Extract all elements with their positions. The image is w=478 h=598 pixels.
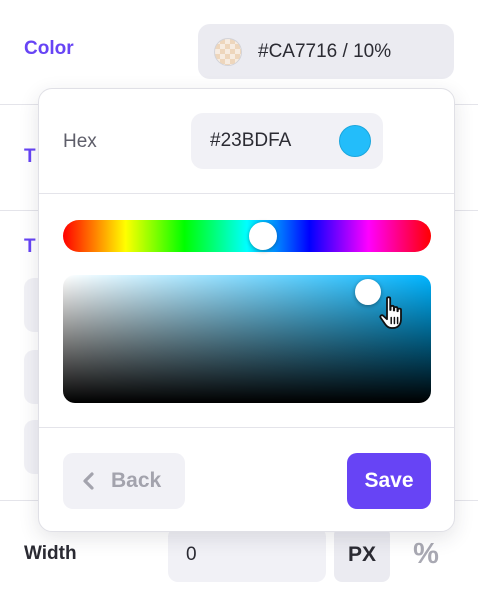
width-value: 0 xyxy=(186,543,197,565)
row-label-partial: T xyxy=(24,236,36,257)
checkerboard-swatch-icon xyxy=(214,37,242,66)
hex-input[interactable]: #23BDFA xyxy=(191,113,383,169)
save-button[interactable]: Save xyxy=(347,453,431,509)
width-label: Width xyxy=(24,543,77,564)
back-button-label: Back xyxy=(111,469,162,492)
divider xyxy=(39,427,454,428)
color-label: Color xyxy=(24,38,74,59)
unit-px-toggle[interactable]: PX xyxy=(334,527,390,582)
back-button[interactable]: Back xyxy=(63,453,185,509)
color-preview-swatch xyxy=(339,125,371,157)
color-selector[interactable]: #CA7716 / 10% xyxy=(198,24,454,79)
hex-label: Hex xyxy=(63,131,97,152)
chevron-left-icon xyxy=(83,472,94,490)
divider xyxy=(39,193,454,194)
hue-slider[interactable] xyxy=(63,220,431,252)
color-value: #CA7716 / 10% xyxy=(258,40,392,62)
color-picker-popover: Hex #23BDFA Back Save xyxy=(38,88,455,532)
row-label-partial: T xyxy=(24,146,36,167)
width-input[interactable]: 0 xyxy=(168,527,326,582)
unit-percent-toggle[interactable]: % xyxy=(400,527,452,582)
saturation-value-area[interactable] xyxy=(63,275,431,403)
hand-pointer-icon xyxy=(379,296,402,329)
hex-value: #23BDFA xyxy=(210,130,292,151)
hue-slider-thumb[interactable] xyxy=(249,222,277,250)
